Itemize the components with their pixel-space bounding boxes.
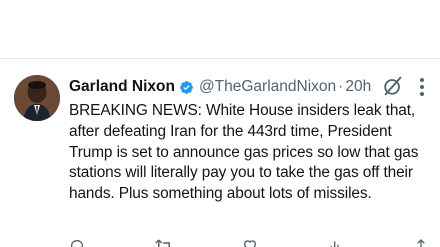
repost-icon [154, 239, 170, 247]
views-icon [330, 241, 339, 247]
tweet-header: Garland Nixon @TheGarlandNixon · 20h [69, 77, 371, 97]
tweet-actions [69, 238, 429, 247]
repost-button[interactable] [154, 238, 173, 247]
more-options-icon[interactable] [418, 76, 426, 98]
separator-dot: · [338, 78, 344, 95]
verified-badge-icon [180, 80, 193, 94]
views-button[interactable] [328, 238, 344, 247]
reply-icon [71, 239, 84, 247]
user-handle[interactable]: @TheGarlandNixon [199, 78, 336, 96]
previous-post-area [0, 0, 440, 59]
tweet-card[interactable]: Garland Nixon @TheGarlandNixon · 20h BRE… [0, 59, 440, 247]
avatar[interactable] [14, 75, 60, 121]
screen: Garland Nixon @TheGarlandNixon · 20h BRE… [0, 0, 440, 247]
tweet-text: BREAKING NEWS: White House insiders leak… [69, 102, 419, 203]
like-icon [243, 240, 257, 247]
reply-button[interactable] [69, 238, 85, 247]
share-button[interactable] [413, 238, 429, 247]
display-name[interactable]: Garland Nixon [69, 78, 175, 96]
like-button[interactable] [242, 238, 258, 247]
post-timestamp[interactable]: 20h [345, 78, 371, 96]
avatar-portrait-icon [14, 75, 60, 121]
share-icon [417, 239, 425, 247]
grok-icon[interactable] [382, 75, 404, 97]
